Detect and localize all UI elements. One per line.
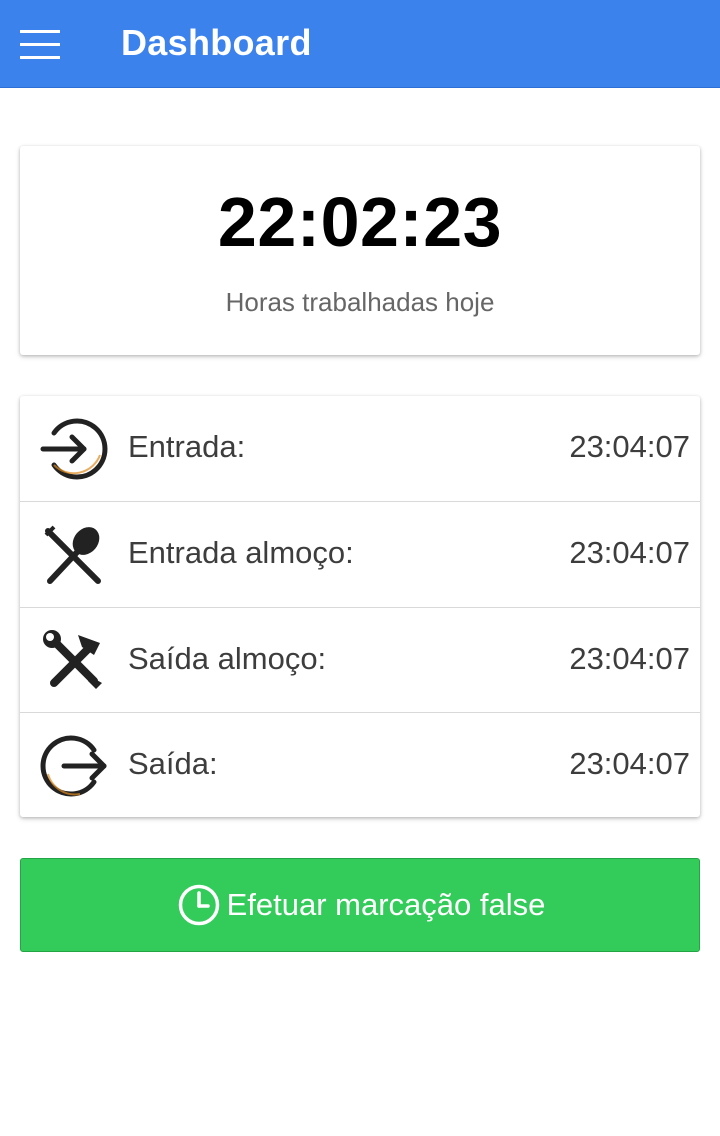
list-item-saida-almoco: Saída almoço: 23:04:07 (20, 607, 700, 712)
entry-time: 23:04:07 (569, 746, 690, 781)
punch-clock-button-label: Efetuar marcação false (226, 887, 546, 922)
entry-time: 23:04:07 (569, 429, 690, 464)
page-title: Dashboard (121, 22, 312, 63)
entry-time: 23:04:07 (569, 641, 690, 676)
worked-hours-card: 22:02:23 Horas trabalhadas hoje (20, 146, 700, 355)
app-root: Dashboard 22:02:23 Horas trabalhadas hoj… (0, 0, 720, 1136)
clock-icon (177, 883, 221, 927)
entry-label: Entrada: (128, 429, 246, 464)
worked-hours-value: 22:02:23 (217, 183, 503, 261)
time-entries-list: Entrada: 23:04:07 Entrada almoço: 23:04:… (20, 396, 700, 817)
entry-label: Saída: (128, 746, 218, 781)
entry-label: Saída almoço: (128, 641, 327, 676)
entry-label: Entrada almoço: (128, 535, 354, 570)
worked-hours-caption: Horas trabalhadas hoje (225, 287, 495, 317)
hamburger-menu-icon[interactable] (20, 30, 60, 60)
list-item-saida: Saída: 23:04:07 (20, 712, 700, 817)
entry-time: 23:04:07 (569, 535, 690, 570)
app-header: Dashboard (0, 0, 720, 88)
list-item-entrada: Entrada: 23:04:07 (20, 396, 700, 501)
fork-spoon-icon (40, 521, 108, 589)
sign-in-icon (40, 415, 108, 483)
punch-clock-button[interactable]: Efetuar marcação false (20, 858, 700, 952)
tools-icon (40, 627, 108, 695)
list-item-entrada-almoco: Entrada almoço: 23:04:07 (20, 501, 700, 606)
sign-out-icon (40, 732, 108, 800)
punch-clock-button-content: Efetuar marcação false (21, 859, 701, 951)
